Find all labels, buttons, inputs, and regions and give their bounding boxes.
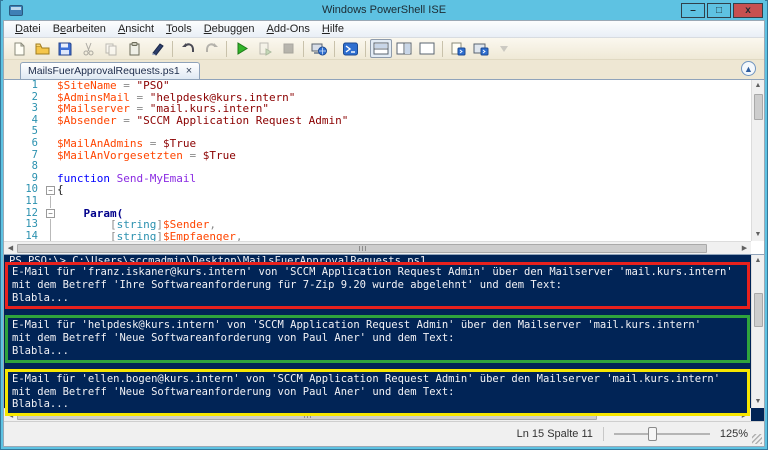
- code-area[interactable]: $SiteName = "PSO"$AdminsMail = "helpdesk…: [57, 80, 764, 241]
- line-number: 14: [4, 231, 44, 241]
- line-number: 4: [4, 115, 44, 127]
- fold-guide: [50, 196, 51, 208]
- menu-ansicht[interactable]: Ansicht: [112, 22, 160, 36]
- console-vertical-scrollbar[interactable]: ▲ ▼: [751, 255, 764, 408]
- stop-operation-icon[interactable]: [277, 39, 299, 58]
- code-fold-column[interactable]: −−: [44, 80, 57, 241]
- toolbar: [4, 38, 764, 60]
- menu-tools[interactable]: Tools: [160, 22, 198, 36]
- console-output-line: Blabla...: [12, 398, 743, 411]
- undo-icon[interactable]: [177, 39, 199, 58]
- scroll-down-icon[interactable]: ▼: [752, 229, 765, 241]
- title-bar: Windows PowerShell ISE – □ x: [3, 0, 765, 20]
- menu-hilfe[interactable]: Hilfe: [316, 22, 350, 36]
- fold-guide: [50, 219, 51, 231]
- copy-icon[interactable]: [100, 39, 122, 58]
- start-powershell-icon[interactable]: [339, 39, 361, 58]
- collapse-script-pane-button[interactable]: ▲: [741, 61, 756, 76]
- line-number: 12: [4, 208, 44, 220]
- scroll-left-icon[interactable]: ◀: [4, 244, 17, 252]
- redo-icon[interactable]: [200, 39, 222, 58]
- code-line[interactable]: $MailAnVorgesetzten = $True: [57, 150, 764, 162]
- maximize-button[interactable]: □: [707, 3, 731, 18]
- line-number: 6: [4, 138, 44, 150]
- show-script-pane-icon[interactable]: [470, 39, 492, 58]
- cut-icon[interactable]: [77, 39, 99, 58]
- tab-mailsfuerapprovalrequests[interactable]: MailsFuerApprovalRequests.ps1 ×: [20, 62, 200, 79]
- console-output: E-Mail für 'franz.iskaner@kurs.intern' v…: [4, 262, 751, 422]
- editor-vertical-scrollbar[interactable]: ▲ ▼: [751, 80, 764, 241]
- window-title: Windows PowerShell ISE: [3, 4, 765, 16]
- line-number: 8: [4, 161, 44, 173]
- run-selection-icon[interactable]: [254, 39, 276, 58]
- console-output-line: mit dem Betreff 'Neue Softwareanforderun…: [12, 332, 743, 345]
- menu-bearbeiten[interactable]: Bearbeiten: [47, 22, 112, 36]
- scroll-down-icon[interactable]: ▼: [752, 396, 765, 408]
- console-output-line: E-Mail für 'ellen.bogen@kurs.intern' von…: [12, 373, 743, 386]
- highlight-box-1: E-Mail für 'franz.iskaner@kurs.intern' v…: [5, 262, 750, 309]
- new-powershell-tab-icon[interactable]: [447, 39, 469, 58]
- console-output-line: Blabla...: [12, 345, 743, 358]
- scroll-up-icon[interactable]: ▲: [752, 80, 765, 92]
- menu-addons[interactable]: Add-Ons: [261, 22, 316, 36]
- save-button[interactable]: [54, 39, 76, 58]
- script-pane-top-button[interactable]: [370, 39, 392, 58]
- line-number: 13: [4, 219, 44, 231]
- highlight-box-3: E-Mail für 'ellen.bogen@kurs.intern' von…: [5, 369, 750, 416]
- line-number: 11: [4, 196, 44, 208]
- addon-dropdown-icon[interactable]: [493, 39, 515, 58]
- close-button[interactable]: x: [733, 3, 763, 18]
- scroll-right-icon[interactable]: ▶: [738, 244, 751, 252]
- menu-bar: DateiBearbeitenAnsichtToolsDebuggenAdd-O…: [4, 21, 764, 38]
- tab-close-icon[interactable]: ×: [186, 66, 192, 77]
- line-number: 7: [4, 150, 44, 162]
- fold-guide: [50, 231, 51, 241]
- console-output-line: Blabla...: [12, 292, 743, 305]
- code-line[interactable]: $Absender = "SCCM Application Request Ad…: [57, 115, 764, 127]
- code-line[interactable]: {: [57, 184, 764, 196]
- zoom-slider-thumb[interactable]: [648, 427, 657, 441]
- new-script-button[interactable]: [8, 39, 30, 58]
- fold-collapse-icon[interactable]: −: [46, 209, 55, 218]
- resize-grip[interactable]: [752, 434, 762, 444]
- code-line[interactable]: [string]$Empfaenger,: [57, 231, 764, 241]
- highlight-box-2: E-Mail für 'helpdesk@kurs.intern' von 'S…: [5, 315, 750, 362]
- line-number-gutter: 1234567891011121314: [4, 80, 44, 241]
- line-number: 5: [4, 126, 44, 138]
- script-editor[interactable]: 1234567891011121314 −− $SiteName = "PSO"…: [4, 79, 764, 254]
- code-line[interactable]: [57, 196, 764, 208]
- menu-datei[interactable]: Datei: [9, 22, 47, 36]
- line-number: 9: [4, 173, 44, 185]
- editor-horizontal-scrollbar[interactable]: ◀ ▶: [4, 241, 751, 254]
- line-number: 2: [4, 92, 44, 104]
- line-number: 1: [4, 80, 44, 92]
- console-output-line: mit dem Betreff 'Neue Softwareanforderun…: [12, 386, 743, 399]
- status-bar: Ln 15 Spalte 11 125%: [4, 421, 764, 446]
- paste-icon[interactable]: [123, 39, 145, 58]
- new-remote-powershell-tab-icon[interactable]: [308, 39, 330, 58]
- fold-collapse-icon[interactable]: −: [46, 186, 55, 195]
- open-script-button[interactable]: [31, 39, 53, 58]
- zoom-slider[interactable]: [614, 427, 710, 441]
- line-number: 10: [4, 184, 44, 196]
- menu-debuggen[interactable]: Debuggen: [198, 22, 261, 36]
- cursor-position: Ln 15 Spalte 11: [517, 428, 593, 440]
- console-output-line: E-Mail für 'helpdesk@kurs.intern' von 'S…: [12, 319, 743, 332]
- minimize-button[interactable]: –: [681, 3, 705, 18]
- console-output-line: mit dem Betreff 'Ihre Softwareanforderun…: [12, 279, 743, 292]
- code-line[interactable]: function Send-MyEmail: [57, 173, 764, 185]
- scroll-up-icon[interactable]: ▲: [752, 255, 765, 267]
- powershell-ise-window: Windows PowerShell ISE – □ x DateiBearbe…: [0, 0, 768, 450]
- line-number: 3: [4, 103, 44, 115]
- script-pane-right-button[interactable]: [393, 39, 415, 58]
- run-script-button[interactable]: [231, 39, 253, 58]
- zoom-level: 125%: [720, 428, 748, 440]
- script-pane-maximized-button[interactable]: [416, 39, 438, 58]
- console-output-line: E-Mail für 'franz.iskaner@kurs.intern' v…: [12, 266, 743, 279]
- clear-console-icon[interactable]: [146, 39, 168, 58]
- tab-bar: MailsFuerApprovalRequests.ps1 × ▲: [4, 60, 764, 79]
- console-pane[interactable]: PS PSO:\> C:\Users\sccmadmin\Desktop\Mai…: [4, 254, 764, 421]
- tab-label: MailsFuerApprovalRequests.ps1: [28, 65, 180, 77]
